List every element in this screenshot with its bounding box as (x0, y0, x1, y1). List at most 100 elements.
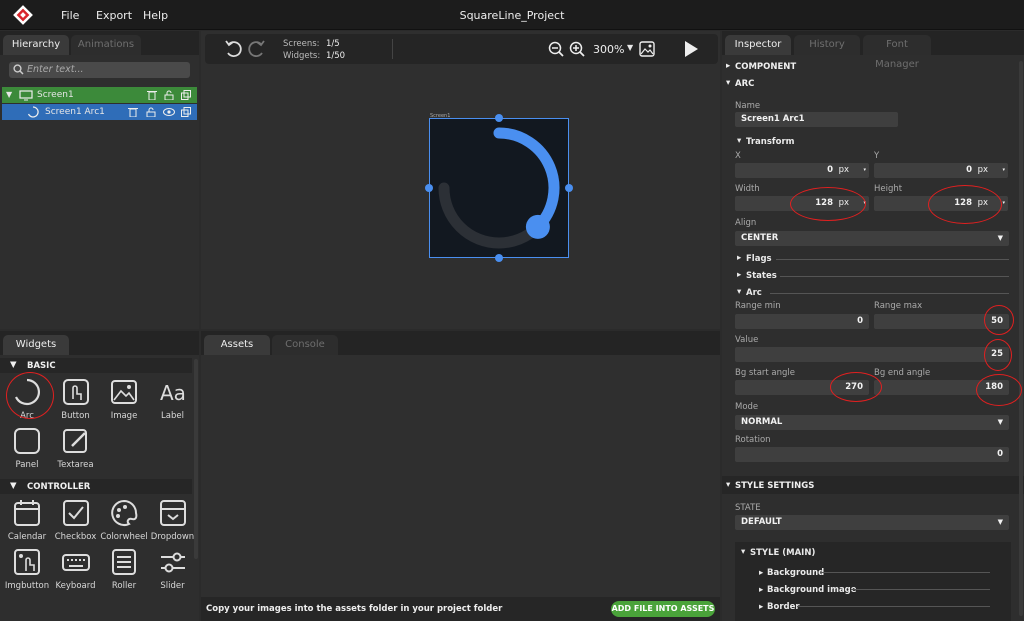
assets-footer: Copy your images into the assets folder … (201, 597, 720, 621)
arc-indicator (499, 133, 554, 227)
hierarchy-search[interactable]: Enter text... (9, 62, 190, 78)
tree-item-arc1[interactable]: Screen1 Arc1 (2, 104, 197, 120)
y-label: Y (874, 151, 879, 161)
tab-font-manager[interactable]: Font Manager (863, 35, 931, 55)
canvas-toolbar: Screens: 1/5 Widgets: 1/50 300% ▼ (205, 34, 718, 64)
trash-icon[interactable] (128, 107, 138, 123)
tab-inspector[interactable]: Inspector (725, 35, 791, 55)
arc-props-section[interactable]: Arc (746, 288, 762, 298)
tab-hierarchy[interactable]: Hierarchy (3, 35, 69, 55)
resize-handle[interactable] (495, 254, 503, 262)
widget-roller[interactable]: Roller (100, 547, 148, 593)
widget-label: Roller (100, 581, 148, 591)
basic-section-header[interactable]: ▼BASIC (0, 358, 192, 373)
screen-preview[interactable] (429, 118, 569, 258)
style-main-section[interactable]: STYLE (MAIN) (750, 548, 815, 558)
widget-panel[interactable]: Panel (3, 426, 51, 472)
annotation-circle (790, 187, 866, 221)
add-file-button[interactable]: ADD FILE INTO ASSETS (611, 601, 715, 617)
name-input[interactable]: Screen1 Arc1 (735, 112, 898, 127)
tree-item-screen1[interactable]: ▼ Screen1 (2, 87, 197, 103)
transform-section[interactable]: Transform (746, 137, 795, 147)
value-input[interactable]: 25 (735, 347, 1009, 362)
background-image-section[interactable]: Background image (767, 585, 857, 595)
state-label: STATE (735, 503, 761, 513)
states-section[interactable]: States (746, 271, 777, 281)
arc-knob[interactable] (526, 215, 550, 239)
tab-assets[interactable]: Assets (204, 335, 270, 355)
widget-label: Checkbox (52, 532, 100, 542)
mode-select[interactable]: NORMAL▼ (735, 415, 1009, 430)
arc-section[interactable]: ARC (735, 79, 754, 89)
widget-button[interactable]: Button (52, 377, 100, 423)
widget-label: Panel (3, 460, 51, 470)
value-label: Value (735, 335, 758, 345)
search-placeholder: Enter text... (27, 64, 84, 75)
eye-icon[interactable] (163, 107, 175, 123)
zoom-level[interactable]: 300% (593, 43, 624, 56)
image-icon (109, 377, 139, 410)
widget-slider[interactable]: Slider (149, 547, 197, 593)
range-min-input[interactable]: 0 (735, 314, 869, 329)
tab-animations[interactable]: Animations (71, 35, 141, 55)
annotation-circle (984, 305, 1014, 335)
image-preview-icon[interactable] (639, 41, 655, 60)
bg-start-angle-label: Bg start angle (735, 368, 795, 378)
zoom-out-icon[interactable] (548, 41, 564, 60)
widget-textarea[interactable]: Textarea (52, 426, 100, 472)
zoom-in-icon[interactable] (569, 41, 585, 60)
widget-image[interactable]: Image (100, 377, 148, 423)
annotation-circle (928, 185, 1002, 224)
checkbox-icon (61, 498, 91, 531)
controller-section-header[interactable]: ▼CONTROLLER (0, 479, 192, 494)
background-section[interactable]: Background (767, 568, 824, 578)
border-section[interactable]: Border (767, 602, 800, 612)
component-section[interactable]: COMPONENT (735, 62, 796, 72)
play-icon[interactable] (683, 40, 699, 61)
inspector-tabbar: Inspector History Font Manager (722, 31, 1024, 55)
widget-label: Textarea (52, 460, 100, 470)
widget-label[interactable]: AaLabel (149, 377, 197, 423)
style-settings-header[interactable]: ▾STYLE SETTINGS (722, 476, 1024, 494)
x-input[interactable]: 0px▾ (735, 163, 869, 178)
undo-icon[interactable] (224, 40, 244, 61)
rotation-input[interactable]: 0 (735, 447, 1009, 462)
widgets-scrollbar[interactable] (194, 359, 198, 559)
widgets-label: Widgets: (283, 51, 320, 61)
widget-label: Colorwheel (100, 532, 148, 542)
state-select[interactable]: DEFAULT▼ (735, 515, 1009, 530)
hierarchy-tabbar: Hierarchy Animations (0, 31, 199, 55)
bg-end-angle-label: Bg end angle (874, 368, 930, 378)
resize-handle[interactable] (495, 114, 503, 122)
flags-section[interactable]: Flags (746, 254, 772, 264)
resize-handle[interactable] (425, 184, 433, 192)
arc-widget-preview[interactable] (429, 118, 569, 258)
unlock-icon[interactable] (146, 107, 156, 123)
widget-imgbutton[interactable]: Imgbutton (3, 547, 51, 593)
annotation-circle (984, 339, 1012, 371)
textarea-icon (61, 426, 91, 459)
screens-label: Screens: (283, 39, 320, 49)
tab-history[interactable]: History (794, 35, 860, 55)
tree-label-screen1: Screen1 (37, 87, 74, 103)
resize-handle[interactable] (565, 184, 573, 192)
duplicate-icon[interactable] (181, 107, 191, 123)
collapse-triangle-icon[interactable]: ▼ (6, 87, 12, 103)
widget-colorwheel[interactable]: Colorwheel (100, 498, 148, 544)
widget-keyboard[interactable]: Keyboard (52, 547, 100, 593)
redo-icon[interactable] (246, 40, 266, 61)
annotation-circle (976, 374, 1022, 406)
align-select[interactable]: CENTER▼ (735, 231, 1009, 246)
y-input[interactable]: 0px▾ (874, 163, 1008, 178)
imgbutton-icon (12, 547, 42, 580)
zoom-dropdown-icon[interactable]: ▼ (627, 43, 633, 52)
label-icon: Aa (158, 377, 188, 410)
widget-calendar[interactable]: Calendar (3, 498, 51, 544)
tab-console[interactable]: Console (272, 335, 338, 355)
widget-checkbox[interactable]: Checkbox (52, 498, 100, 544)
widget-label: Image (100, 411, 148, 421)
widget-dropdown[interactable]: Dropdown (149, 498, 197, 544)
slider-icon (158, 547, 188, 580)
inspector-scrollbar[interactable] (1019, 61, 1023, 616)
tab-widgets[interactable]: Widgets (3, 335, 69, 355)
